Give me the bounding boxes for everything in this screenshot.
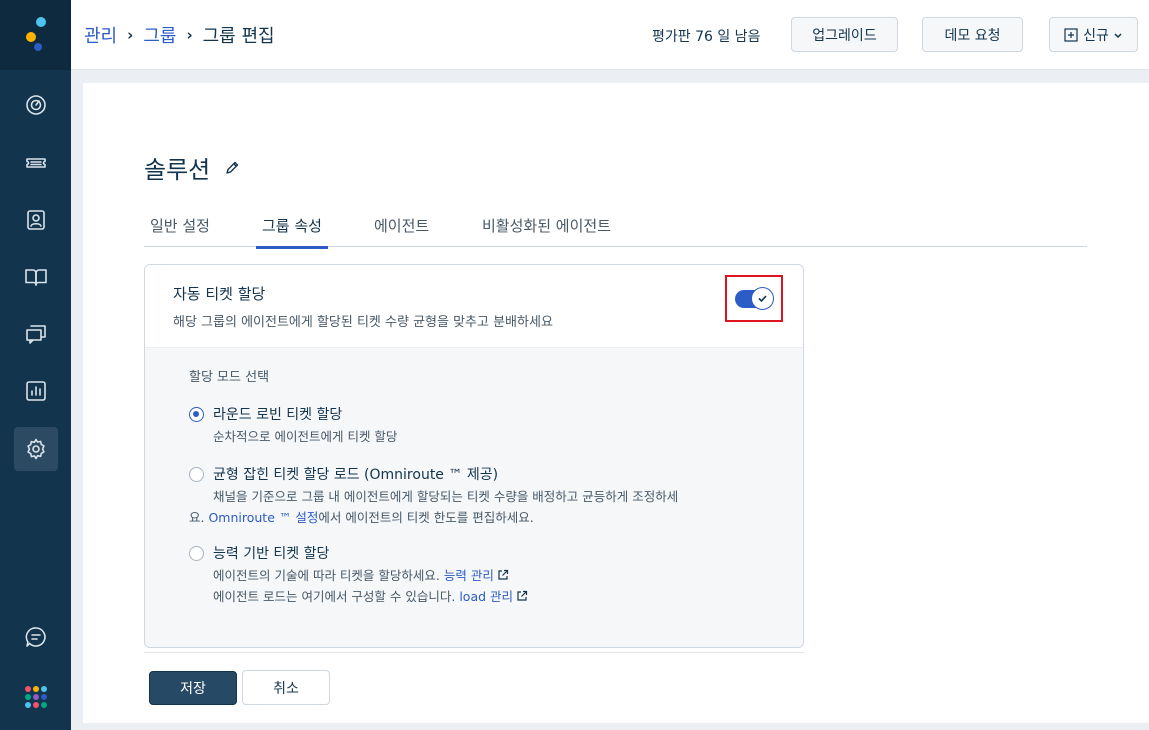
sidebar-item-tickets[interactable] xyxy=(14,141,58,185)
breadcrumb-groups[interactable]: 그룹 xyxy=(143,22,176,48)
option-desc-line: 요. Omniroute ™ 설정에서 에이전트의 티켓 한도를 편집하세요. xyxy=(189,510,534,525)
card-description: 해당 그룹의 에이전트에게 할당된 티켓 수량 균형을 맞추고 분배하세요 xyxy=(173,315,553,330)
radio-round-robin[interactable] xyxy=(189,407,204,422)
demo-request-button[interactable]: 데모 요청 xyxy=(922,17,1023,52)
sidebar-item-dashboard[interactable] xyxy=(14,83,58,127)
option-description: 에이전트의 기술에 따라 티켓을 할당하세요. 능력 관리 에이전트 로드는 여… xyxy=(213,565,753,607)
toggle-knob xyxy=(751,287,774,310)
option-description: 순차적으로 에이전트에게 티켓 할당 xyxy=(213,429,398,444)
contacts-icon xyxy=(27,210,45,230)
book-icon xyxy=(25,269,47,286)
page-title: 솔루션 xyxy=(144,156,211,184)
auto-assignment-toggle[interactable] xyxy=(735,287,774,310)
auto-assignment-card: 자동 티켓 할당 해당 그룹의 에이전트에게 할당된 티켓 수량 균형을 맞추고… xyxy=(144,264,804,648)
option-description: 채널을 기준으로 그룹 내 에이전트에게 할당되는 티켓 수량을 배정하고 균등… xyxy=(189,486,753,528)
tab-general-settings[interactable]: 일반 설정 xyxy=(150,215,210,246)
toggle-highlight-box xyxy=(725,275,783,322)
radio-skill-based[interactable] xyxy=(189,546,204,561)
ticket-icon xyxy=(26,158,46,168)
pencil-icon[interactable] xyxy=(224,160,240,176)
tab-agents[interactable]: 에이전트 xyxy=(374,215,429,246)
chevron-right-icon: › xyxy=(127,26,134,44)
option-title: 라운드 로빈 티켓 할당 xyxy=(213,407,343,423)
new-dropdown-button[interactable]: 신규 xyxy=(1049,17,1138,52)
sidebar-item-contacts[interactable] xyxy=(14,198,58,242)
option-title: 능력 기반 티켓 할당 xyxy=(213,546,330,562)
apps-grid-icon[interactable] xyxy=(25,686,47,708)
assignment-mode-section: 할당 모드 선택 라운드 로빈 티켓 할당 순차적으로 에이전트에게 티켓 할당… xyxy=(145,347,803,647)
manage-load-link[interactable]: load 관리 xyxy=(459,589,513,604)
reports-icon xyxy=(26,381,46,401)
sidebar-item-solutions[interactable] xyxy=(14,255,58,299)
sidebar xyxy=(0,0,71,730)
omniroute-settings-link[interactable]: Omniroute ™ 설정 xyxy=(208,510,318,525)
checkmark-icon xyxy=(758,295,767,303)
chevron-right-icon: › xyxy=(186,26,193,44)
tab-group-properties[interactable]: 그룹 속성 xyxy=(256,215,328,249)
option-desc-line: 에이전트 로드는 여기에서 구성할 수 있습니다. load 관리 xyxy=(213,586,753,607)
trial-days-text: 평가판 76 일 남음 xyxy=(652,29,761,45)
breadcrumb-current: 그룹 편집 xyxy=(202,26,275,47)
tab-deactivated-agents[interactable]: 비활성화된 에이전트 xyxy=(482,215,611,246)
sidebar-item-conversations[interactable] xyxy=(14,312,58,356)
assignment-mode-label: 할당 모드 선택 xyxy=(189,370,270,385)
footer-divider xyxy=(144,652,804,653)
save-button[interactable]: 저장 xyxy=(149,671,237,705)
sidebar-item-admin[interactable] xyxy=(14,427,58,471)
option-title: 균형 잡힌 티켓 할당 로드 (Omniroute ™ 제공) xyxy=(213,467,499,483)
option-desc-line: 에이전트의 기술에 따라 티켓을 할당하세요. 능력 관리 xyxy=(213,565,753,586)
chat-icon xyxy=(26,325,46,344)
sidebar-item-reports[interactable] xyxy=(14,369,58,413)
upgrade-button[interactable]: 업그레이드 xyxy=(791,17,898,52)
dashboard-icon xyxy=(26,95,46,115)
chevron-down-icon xyxy=(1114,32,1122,38)
card-title: 자동 티켓 할당 xyxy=(173,285,266,303)
sidebar-item-support-chat[interactable] xyxy=(14,615,58,659)
cancel-button[interactable]: 취소 xyxy=(242,670,330,705)
app-logo[interactable] xyxy=(0,0,71,70)
radio-load-balanced[interactable] xyxy=(189,467,204,482)
option-desc-line: 채널을 기준으로 그룹 내 에이전트에게 할당되는 티켓 수량을 배정하고 균등… xyxy=(213,489,679,504)
card-header: 자동 티켓 할당 해당 그룹의 에이전트에게 할당된 티켓 수량 균형을 맞추고… xyxy=(145,265,803,347)
external-link-icon xyxy=(498,569,508,580)
breadcrumb-admin[interactable]: 관리 xyxy=(84,22,117,48)
top-header: 관리 › 그룹 › 그룹 편집 평가판 76 일 남음 업그레이드 데모 요청 … xyxy=(71,0,1149,70)
gear-icon xyxy=(27,438,45,460)
manage-skills-link[interactable]: 능력 관리 xyxy=(444,568,494,583)
tab-bar: 일반 설정 그룹 속성 에이전트 비활성화된 에이전트 xyxy=(144,211,1087,249)
new-label: 신규 xyxy=(1083,27,1109,44)
external-link-icon xyxy=(517,590,528,601)
plus-box-icon xyxy=(1064,27,1078,42)
page-title-row: 솔루션 xyxy=(144,150,240,185)
chat-bubble-icon xyxy=(25,627,46,647)
breadcrumb: 관리 › 그룹 › 그룹 편집 xyxy=(84,22,275,48)
main-panel: 솔루션 일반 설정 그룹 속성 에이전트 비활성화된 에이전트 자동 티켓 할당… xyxy=(83,83,1149,723)
